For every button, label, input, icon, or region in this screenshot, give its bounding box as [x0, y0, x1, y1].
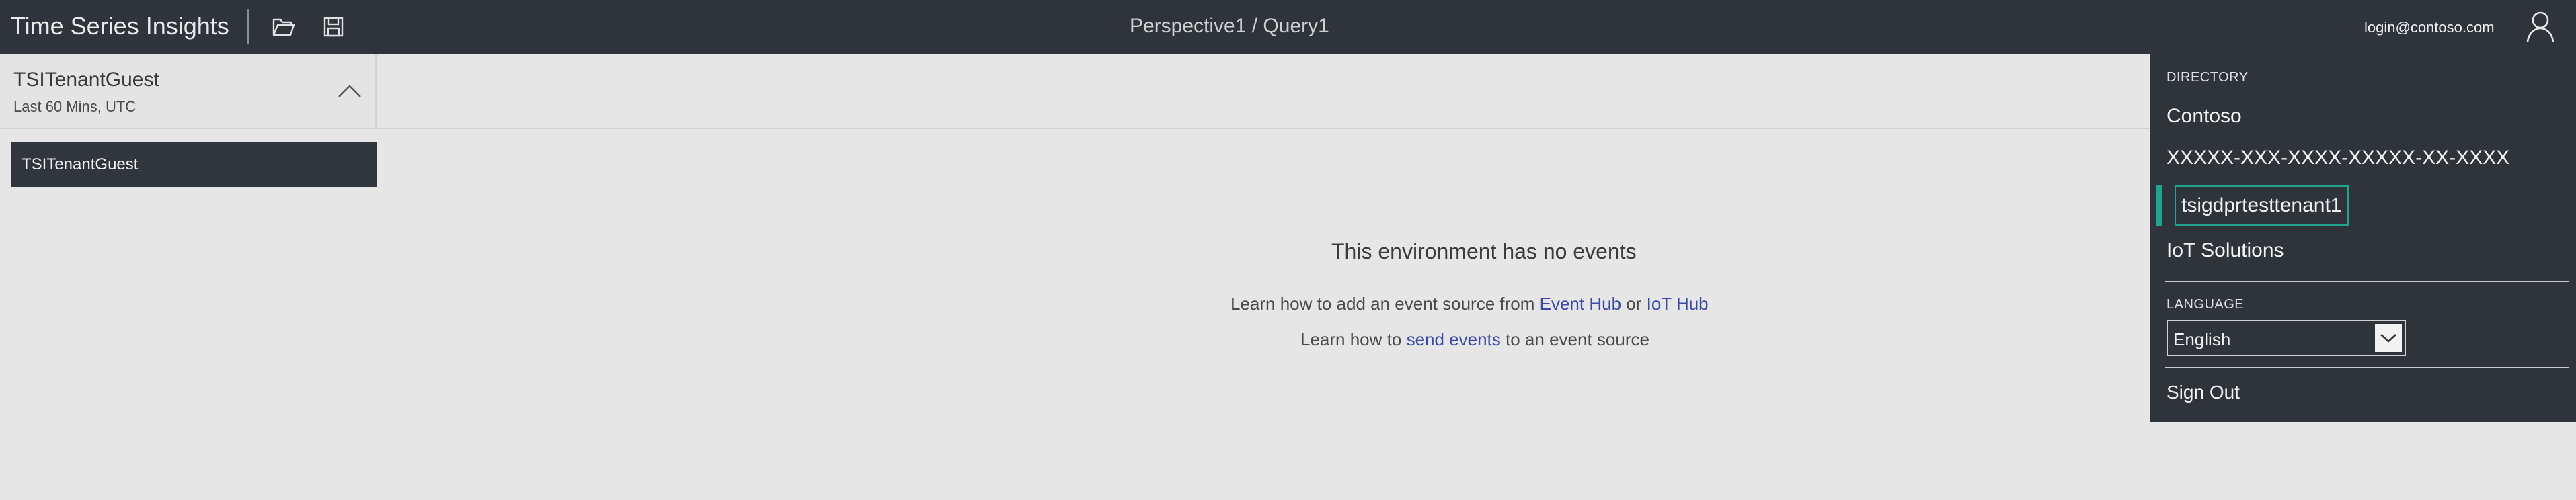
language-label: LANGUAGE	[2167, 297, 2245, 312]
folder-open-icon[interactable]	[272, 15, 296, 39]
empty-state-title: This environment has no events	[1331, 239, 1637, 263]
user-email[interactable]: login@contoso.com	[2364, 19, 2495, 36]
empty-state-line2: Learn how to send events to an event sou…	[1300, 329, 1649, 350]
environment-list-item[interactable]: TSITenantGuest	[11, 142, 377, 187]
iot-hub-link[interactable]: IoT Hub	[1647, 294, 1709, 314]
chevron-down-icon[interactable]	[2375, 324, 2402, 352]
account-menu: DIRECTORY Contoso XXXXX-XXX-XXXX-XXXXX-X…	[2150, 54, 2576, 422]
environment-picker[interactable]: TSITenantGuest Last 60 Mins, UTC	[0, 54, 377, 129]
directory-item-guid[interactable]: XXXXX-XXX-XXXX-XXXXX-XX-XXXX	[2167, 147, 2509, 169]
chevron-up-icon[interactable]	[336, 82, 363, 101]
top-header: Time Series Insights Perspective1 / Quer…	[0, 0, 2576, 54]
directory-item-selected[interactable]: tsigdprtesttenant1	[2156, 185, 2349, 226]
directory-item-contoso[interactable]: Contoso	[2167, 105, 2242, 128]
time-range-label: Last 60 Mins, UTC	[13, 98, 136, 115]
breadcrumb[interactable]: Perspective1 / Query1	[1130, 15, 1329, 38]
empty-state-line1: Learn how to add an event source from Ev…	[1231, 294, 1709, 315]
directory-item-iot-solutions[interactable]: IoT Solutions	[2167, 239, 2284, 262]
directory-label: DIRECTORY	[2167, 70, 2249, 85]
user-icon[interactable]	[2526, 11, 2555, 43]
line1-prefix: Learn how to add an event source from	[1231, 294, 1535, 314]
event-hub-link[interactable]: Event Hub	[1540, 294, 1621, 314]
save-icon[interactable]	[321, 15, 346, 39]
app-root: Time Series Insights Perspective1 / Quer…	[0, 0, 2576, 500]
language-select[interactable]: English	[2167, 320, 2406, 356]
app-title: Time Series Insights	[11, 12, 229, 40]
selected-directory-label: tsigdprtesttenant1	[2175, 185, 2349, 226]
language-value: English	[2173, 329, 2231, 349]
send-events-link[interactable]: send events	[1407, 329, 1501, 349]
sign-out-button[interactable]: Sign Out	[2167, 382, 2240, 403]
line2-suffix: to an event source	[1506, 329, 1649, 349]
header-separator	[377, 128, 2152, 129]
header-divider	[247, 9, 249, 44]
menu-separator	[2165, 367, 2569, 368]
line2-prefix: Learn how to	[1300, 329, 1402, 349]
menu-separator	[2165, 281, 2569, 282]
line1-or: or	[1626, 294, 1642, 314]
environment-name: TSITenantGuest	[13, 69, 159, 91]
